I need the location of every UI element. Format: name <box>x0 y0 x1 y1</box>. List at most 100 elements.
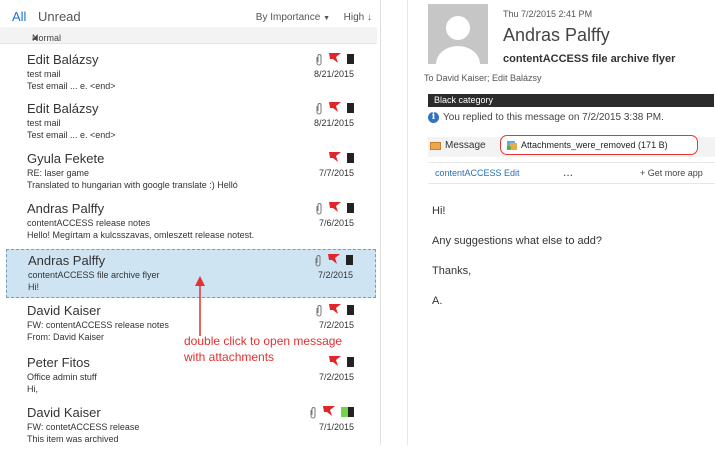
group-header[interactable]: ◢ Normal <box>0 27 377 44</box>
message-subject: FW: contentACCESS release notes <box>27 320 169 330</box>
arrow-down-icon: ↓ <box>367 12 372 23</box>
flag-icon[interactable] <box>329 99 341 117</box>
flag-icon[interactable] <box>329 149 341 167</box>
message-sender: Andras Palffy <box>27 201 105 216</box>
flag-icon[interactable] <box>323 403 335 421</box>
message-sender: David Kaiser <box>27 303 101 318</box>
category-icon[interactable] <box>346 255 353 265</box>
attachment-bar: Message Attachments_were_removed (171 B) <box>428 135 715 157</box>
envelope-icon <box>430 141 441 150</box>
message-subject: contentACCESS file archive flyer <box>503 53 676 65</box>
message-sender: David Kaiser <box>27 405 101 420</box>
message-sender: Edit Balázsy <box>27 52 99 67</box>
sort-order-label: High <box>343 12 365 23</box>
category-icon[interactable] <box>347 153 354 163</box>
annotation-line-2: with attachments <box>184 350 275 364</box>
flag-icon[interactable] <box>328 251 340 269</box>
message-subject: test mail <box>27 118 61 128</box>
paperclip-icon <box>315 304 323 317</box>
message-item[interactable]: Gyula Fekete RE: laser game Translated to … <box>6 148 376 197</box>
info-icon: i <box>428 112 439 123</box>
message-subject: contentACCESS release notes <box>27 218 151 228</box>
sort-dropdown[interactable]: By Importance ▼ <box>256 12 330 23</box>
message-icons <box>315 101 354 115</box>
category-icon[interactable] <box>347 103 354 113</box>
message-date: 7/6/2015 <box>318 218 354 228</box>
message-date: 7/7/2015 <box>318 168 354 178</box>
message-subject: test mail <box>27 69 61 79</box>
paperclip-icon <box>315 53 323 66</box>
message-preview: Test email ... e. <end> <box>27 81 116 91</box>
flag-icon[interactable] <box>329 199 341 217</box>
message-date: 7/2/2015 <box>318 372 354 382</box>
contentaccess-edit-link[interactable]: contentACCESS Edit <box>435 168 520 178</box>
paperclip-icon <box>314 254 322 267</box>
message-preview: Hi, <box>27 384 38 394</box>
message-item[interactable]: Andras Palffy contentACCESS file archive … <box>6 249 376 298</box>
body-line: Thanks, <box>432 265 472 277</box>
message-date: 7/2/2015 <box>317 270 353 280</box>
annotation-text: double click to open message with attach… <box>184 333 342 365</box>
reading-pane: Thu 7/2/2015 2:41 PM Andras Palffy conte… <box>407 0 715 445</box>
tab-all[interactable]: All <box>12 9 26 24</box>
message-date: 7/1/2015 <box>318 422 354 432</box>
message-icons <box>315 201 354 215</box>
paperclip-icon <box>315 102 323 115</box>
message-icons <box>314 253 353 267</box>
message-date: 8/21/2015 <box>313 69 354 79</box>
message-icons <box>309 405 354 419</box>
category-icon[interactable] <box>347 305 354 315</box>
message-preview: From: David Kaiser <box>27 332 105 342</box>
message-item[interactable]: David Kaiser FW: contetACCESS release This… <box>6 402 376 451</box>
message-item[interactable]: Edit Balázsy test mail Test email ... e. <… <box>6 49 376 98</box>
message-sender: Gyula Fekete <box>27 151 105 166</box>
message-preview: Hello! Megírtam a kulcsszavas, omleszett… <box>27 230 255 240</box>
message-preview: Hi! <box>28 282 39 292</box>
sort-order-button[interactable]: High ↓ <box>344 12 372 23</box>
message-subject: FW: contetACCESS release <box>27 422 140 432</box>
annotation-arrow <box>195 276 205 336</box>
message-date: 8/21/2015 <box>313 118 354 128</box>
body-line: Any suggestions what else to add? <box>432 235 603 247</box>
message-preview: Test email ... e. <end> <box>27 130 116 140</box>
group-label: Normal <box>32 33 62 43</box>
attachment-name: Attachments_were_removed (171 B) <box>521 140 668 150</box>
message-tab[interactable]: Message <box>430 140 486 151</box>
sort-label: By Importance <box>255 12 321 23</box>
category-icon[interactable] <box>347 203 354 213</box>
flag-icon[interactable] <box>329 301 341 319</box>
message-tab-label: Message <box>445 140 486 151</box>
category-icon[interactable] <box>347 357 354 367</box>
message-sender: Peter Fitos <box>27 355 90 370</box>
attachment-item[interactable]: Attachments_were_removed (171 B) <box>500 135 698 155</box>
message-subject: contentACCESS file archive flyer <box>28 270 160 280</box>
reply-info: i You replied to this message on 7/2/201… <box>428 112 664 123</box>
message-icons <box>315 52 354 66</box>
category-icon[interactable] <box>341 407 354 417</box>
message-sender: Andras Palffy <box>28 253 106 268</box>
body-line: A. <box>432 295 443 307</box>
sender-name[interactable]: Andras Palffy <box>503 25 610 46</box>
message-icons <box>329 151 354 165</box>
message-icons <box>315 303 354 317</box>
message-subject: RE: laser game <box>27 168 90 178</box>
category-bar: Black category <box>428 94 714 107</box>
received-date: Thu 7/2/2015 2:41 PM <box>503 9 593 19</box>
avatar <box>428 4 488 64</box>
message-item[interactable]: Andras Palffy contentACCESS release notes… <box>6 198 376 247</box>
category-icon[interactable] <box>347 54 354 64</box>
message-preview: Translated to hungarian with google tran… <box>27 180 238 190</box>
category-label: Black category <box>434 95 494 105</box>
message-sender: Edit Balázsy <box>27 101 99 116</box>
reply-info-text: You replied to this message on 7/2/2015 … <box>443 112 664 123</box>
flag-icon[interactable] <box>329 50 341 68</box>
message-item[interactable]: Edit Balázsy test mail Test email ... e. <… <box>6 98 376 147</box>
get-more-apps-link[interactable]: + Get more app <box>640 168 703 178</box>
more-actions-button[interactable]: ... <box>563 165 573 179</box>
tab-unread[interactable]: Unread <box>38 9 81 24</box>
chevron-down-icon: ▼ <box>323 15 330 22</box>
message-date: 7/2/2015 <box>318 320 354 330</box>
message-preview: This item was archived <box>27 434 119 444</box>
recipients[interactable]: To David Kaiser; Edit Balázsy <box>424 73 542 83</box>
paperclip-icon <box>315 202 323 215</box>
